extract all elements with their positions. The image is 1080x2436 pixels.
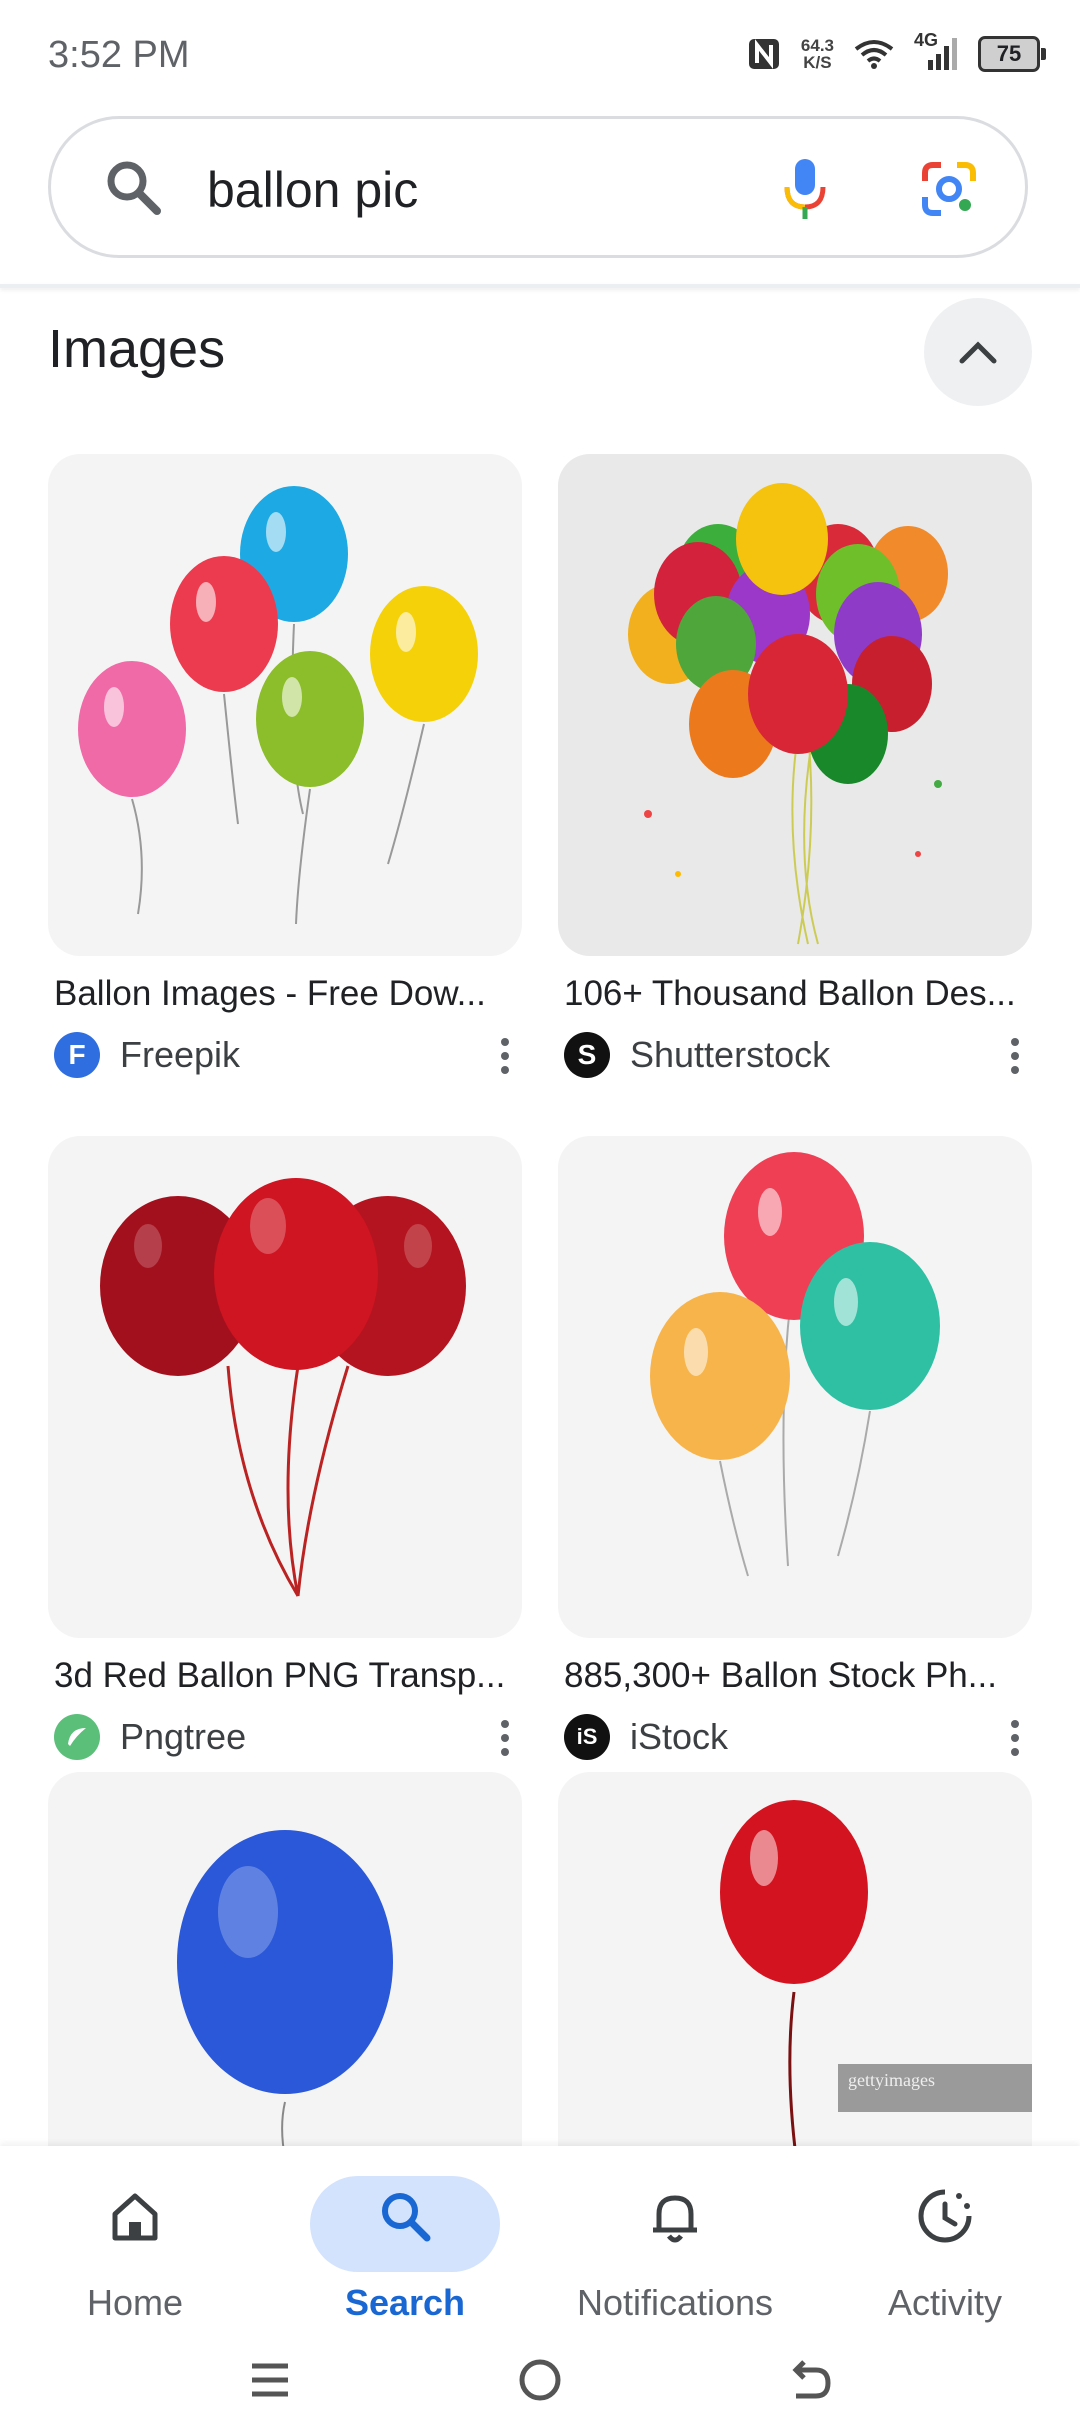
result-source[interactable]: S Shutterstock [564, 1028, 1032, 1084]
red-balloons-image [100, 1178, 466, 1597]
image-result-card[interactable]: Ballon Images - Free Dow... F Freepik [48, 454, 522, 1078]
signal-icon: 4G [914, 30, 958, 72]
nav-label: Search [344, 2282, 466, 2323]
chevron-up-icon [959, 341, 997, 364]
image-result-card[interactable]: 885,300+ Ballon Stock Ph... iS iStock [558, 1136, 1032, 1760]
search-bar[interactable]: ballon pic [48, 116, 1028, 258]
image-result-card[interactable]: gettyimages [558, 1772, 1032, 2172]
result-caption[interactable]: 3d Red Ballon PNG Transp... [54, 1656, 524, 1696]
getty-watermark: gettyimages [848, 2070, 935, 2090]
system-navigation [0, 2330, 1080, 2430]
source-name[interactable]: Pngtree [120, 1716, 246, 1758]
battery-indicator: 75 [978, 36, 1046, 72]
recent-apps-icon[interactable] [248, 2358, 292, 2402]
image-result-card[interactable]: 3d Red Ballon PNG Transp... Pngtree [48, 1136, 522, 1760]
result-source[interactable]: iS iStock [564, 1710, 1032, 1766]
shutterstock-favicon: S [564, 1032, 610, 1078]
net-speed: 64.3 K/S [800, 36, 834, 72]
search-query[interactable]: ballon pic [207, 161, 418, 219]
nav-notifications[interactable]: Notifications [540, 2160, 810, 2330]
result-source[interactable]: F Freepik [54, 1028, 522, 1084]
nfc-icon [748, 39, 779, 69]
search-icon [382, 2193, 431, 2242]
nav-home[interactable]: Home [0, 2160, 270, 2330]
google-lens-icon[interactable] [919, 159, 979, 219]
red-balloon-image [720, 1800, 1032, 2172]
home-button-icon[interactable] [516, 2356, 564, 2404]
source-name[interactable]: Shutterstock [630, 1034, 830, 1076]
status-icons: 64.3 K/S 4G 75 [747, 30, 1046, 72]
image-thumbnail[interactable]: gettyimages [558, 1772, 1032, 2172]
source-name[interactable]: iStock [630, 1716, 728, 1758]
balloon-bunch-image [628, 483, 948, 945]
back-icon[interactable] [786, 2356, 834, 2404]
result-source[interactable]: Pngtree [54, 1710, 522, 1766]
status-bar: 3:52 PM 64.3 K/S 4G 75 [0, 0, 1080, 110]
nav-label: Home [86, 2282, 184, 2323]
colorful-balloons-image [650, 1152, 940, 1577]
section-title: Images [48, 319, 226, 379]
more-options-icon[interactable] [498, 1720, 512, 1762]
balloons-image [78, 486, 478, 925]
result-caption[interactable]: Ballon Images - Free Dow... [54, 974, 524, 1014]
image-result-card[interactable] [48, 1772, 522, 2172]
image-thumbnail[interactable] [558, 454, 1032, 956]
image-thumbnail[interactable] [48, 1136, 522, 1638]
pngtree-favicon [54, 1714, 100, 1760]
more-options-icon[interactable] [1008, 1038, 1022, 1080]
source-name[interactable]: Freepik [120, 1034, 240, 1076]
blue-balloon-image [177, 1830, 393, 2172]
more-options-icon[interactable] [1008, 1720, 1022, 1762]
result-caption[interactable]: 106+ Thousand Ballon Des... [564, 974, 1034, 1014]
search-icon[interactable] [103, 157, 163, 217]
mic-icon[interactable] [781, 157, 829, 221]
bell-icon [653, 2195, 697, 2243]
home-icon [112, 2193, 158, 2241]
nav-label: Activity [887, 2282, 1002, 2323]
more-options-icon[interactable] [498, 1038, 512, 1080]
collapse-button[interactable] [924, 298, 1032, 406]
freepik-favicon: F [54, 1032, 100, 1078]
image-thumbnail[interactable] [48, 1772, 522, 2172]
header-divider [0, 284, 1080, 288]
result-caption[interactable]: 885,300+ Ballon Stock Ph... [564, 1656, 1034, 1696]
image-result-card[interactable]: 106+ Thousand Ballon Des... S Shuttersto… [558, 454, 1032, 1078]
nav-activity[interactable]: Activity [810, 2160, 1080, 2330]
nav-search[interactable]: Search [270, 2160, 540, 2330]
istock-favicon: iS [564, 1714, 610, 1760]
status-time: 3:52 PM [48, 34, 190, 76]
wifi-icon [854, 40, 894, 69]
nav-label: Notifications [576, 2282, 774, 2323]
image-thumbnail[interactable] [48, 454, 522, 956]
activity-icon [918, 2189, 972, 2243]
image-thumbnail[interactable] [558, 1136, 1032, 1638]
